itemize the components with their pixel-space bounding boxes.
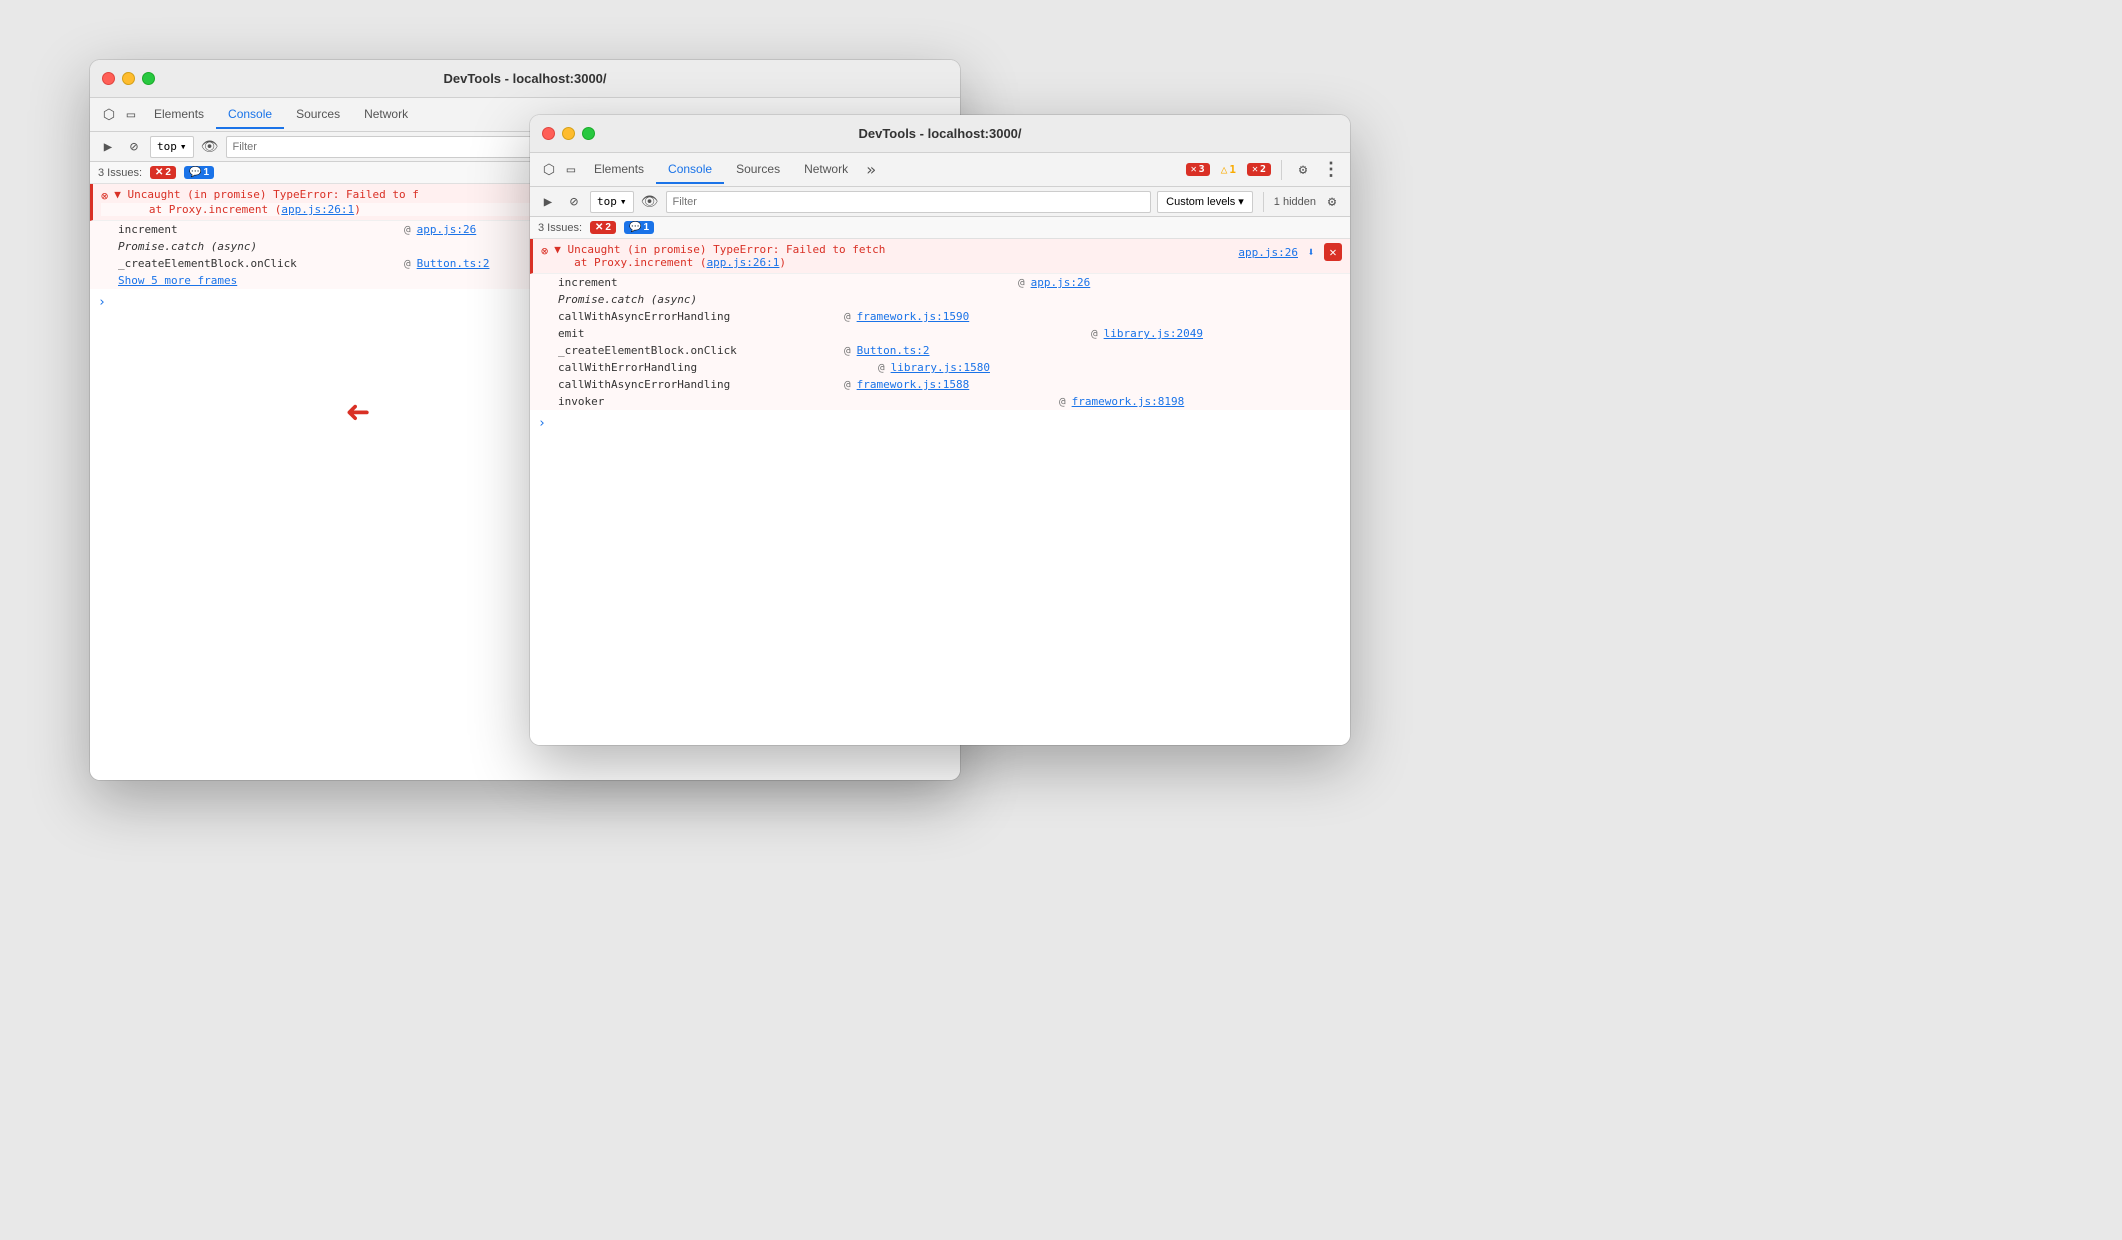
issues-label-1: 3 Issues: <box>98 167 142 179</box>
error-badge-1[interactable]: ✕ 2 <box>150 166 176 179</box>
play-icon-2[interactable]: ▶ <box>538 192 558 212</box>
prompt-chevron-2: › <box>538 416 546 431</box>
cursor-icon-2[interactable]: ⬡ <box>538 159 560 181</box>
tab-elements-2[interactable]: Elements <box>582 156 656 184</box>
frame-link-app-1[interactable]: app.js:26 <box>417 223 477 236</box>
frame-link-button-1[interactable]: Button.ts:2 <box>417 257 490 270</box>
block-icon-2[interactable]: ⊘ <box>564 192 584 212</box>
eye-icon-2[interactable]: 👁 <box>640 192 660 212</box>
eye-icon-1[interactable]: 👁 <box>200 137 220 157</box>
tab-console-1[interactable]: Console <box>216 101 284 129</box>
prompt-chevron-1: › <box>98 295 106 310</box>
close-action-2[interactable]: ✕ <box>1324 243 1342 261</box>
issues-label-2: 3 Issues: <box>538 222 582 234</box>
traffic-lights-1 <box>102 72 155 85</box>
info-badge-1[interactable]: 💬 1 <box>184 166 214 179</box>
frame-emit-2: emit @ library.js:2049 <box>530 325 1350 342</box>
header-icons-2: ✕ 3 △ 1 ✕ 2 ⚙ ⋮ <box>1186 159 1342 181</box>
issues-bar-2: 3 Issues: ✕ 2 💬 1 <box>530 217 1350 239</box>
red-arrow-annotation: ➜ <box>346 390 370 436</box>
close-button-2[interactable] <box>542 127 555 140</box>
error-content-2: ▼ Uncaught (in promise) TypeError: Faile… <box>554 243 1232 269</box>
tab-console-2[interactable]: Console <box>656 156 724 184</box>
panel-icon-1[interactable]: ▭ <box>120 104 142 126</box>
maximize-button-2[interactable] <box>582 127 595 140</box>
frame-link-framework-1588[interactable]: framework.js:1588 <box>857 378 970 391</box>
app-link-main-2[interactable]: app.js:26 <box>1238 246 1298 259</box>
error-actions-2: app.js:26 ⬇ ✕ <box>1238 243 1342 261</box>
error-sub-2: at Proxy.increment (app.js:26:1) <box>554 256 1232 269</box>
error-icon-2: ⊗ <box>541 244 548 258</box>
tab-sources-2[interactable]: Sources <box>724 156 792 184</box>
settings-icon-2[interactable]: ⚙ <box>1322 192 1342 212</box>
tab-network-2[interactable]: Network <box>792 156 860 184</box>
error-count-badge-2: ✕ 3 <box>1186 163 1210 176</box>
error-entry-2: ⊗ ▼ Uncaught (in promise) TypeError: Fai… <box>530 239 1350 274</box>
frame-link-app-2[interactable]: app.js:26 <box>1031 276 1091 289</box>
minimize-button-2[interactable] <box>562 127 575 140</box>
traffic-lights-2 <box>542 127 595 140</box>
frame-invoker-2: invoker @ framework.js:8198 <box>530 393 1350 410</box>
error-icon-1: ⊗ <box>101 189 108 203</box>
proxy-link-2[interactable]: app.js:26:1 <box>707 256 780 269</box>
gear-icon-2[interactable]: ⚙ <box>1292 159 1314 181</box>
frame-link-library-2049[interactable]: library.js:2049 <box>1104 327 1203 340</box>
tab-sources-1[interactable]: Sources <box>284 101 352 129</box>
panel-icon-2[interactable]: ▭ <box>560 159 582 181</box>
context-select-1[interactable]: top ▾ <box>150 136 194 158</box>
cursor-icon-1[interactable]: ⬡ <box>98 104 120 126</box>
minimize-button-1[interactable] <box>122 72 135 85</box>
dots-icon-2[interactable]: ⋮ <box>1320 159 1342 181</box>
custom-levels-btn-2[interactable]: Custom levels ▾ <box>1157 191 1253 213</box>
info-count-badge-2: ✕ 2 <box>1247 163 1271 176</box>
devtools-window-2: DevTools - localhost:3000/ ⬡ ▭ Elements … <box>530 115 1350 745</box>
frame-callwith-error-2: callWithErrorHandling @ library.js:1580 <box>530 359 1350 376</box>
console-content-2: ⊗ ▼ Uncaught (in promise) TypeError: Fai… <box>530 239 1350 745</box>
frame-link-button-2[interactable]: Button.ts:2 <box>857 344 930 357</box>
title-bar-1: DevTools - localhost:3000/ <box>90 60 960 98</box>
tab-bar-2: ⬡ ▭ Elements Console Sources Network » ✕… <box>530 153 1350 187</box>
prompt-row-2: › <box>530 410 1350 437</box>
console-toolbar-2: ▶ ⊘ top ▾ 👁 Custom levels ▾ 1 hidden ⚙ <box>530 187 1350 217</box>
maximize-button-1[interactable] <box>142 72 155 85</box>
tab-elements-1[interactable]: Elements <box>142 101 216 129</box>
hidden-count-2: 1 hidden <box>1274 196 1316 208</box>
filter-input-2[interactable] <box>666 191 1152 213</box>
close-button-1[interactable] <box>102 72 115 85</box>
play-icon-1[interactable]: ▶ <box>98 137 118 157</box>
frame-link-framework-1590[interactable]: framework.js:1590 <box>857 310 970 323</box>
block-icon-1[interactable]: ⊘ <box>124 137 144 157</box>
more-tabs-icon-2[interactable]: » <box>860 159 882 181</box>
frame-link-framework-8198[interactable]: framework.js:8198 <box>1072 395 1185 408</box>
warn-count-badge-2: △ 1 <box>1216 162 1241 177</box>
info-badge-2[interactable]: 💬 1 <box>624 221 654 234</box>
separator-2 <box>1263 192 1264 212</box>
window-title-1: DevTools - localhost:3000/ <box>443 71 606 86</box>
error-badge-2[interactable]: ✕ 2 <box>590 221 616 234</box>
frame-promise-2: Promise.catch (async) <box>530 291 1350 308</box>
frame-callwith-async-1: callWithAsyncErrorHandling @ framework.j… <box>530 308 1350 325</box>
error-header-2: ⊗ ▼ Uncaught (in promise) TypeError: Fai… <box>541 243 1342 269</box>
context-select-2[interactable]: top ▾ <box>590 191 634 213</box>
tab-network-1[interactable]: Network <box>352 101 420 129</box>
frame-increment-2: increment @ app.js:26 <box>530 274 1350 291</box>
title-bar-2: DevTools - localhost:3000/ <box>530 115 1350 153</box>
download-action-2[interactable]: ⬇ <box>1302 243 1320 261</box>
frame-link-library-1580[interactable]: library.js:1580 <box>891 361 990 374</box>
window-title-2: DevTools - localhost:3000/ <box>858 126 1021 141</box>
error-main-2: ▼ Uncaught (in promise) TypeError: Faile… <box>554 243 1232 256</box>
separator-1 <box>1281 160 1282 180</box>
show-more-link-1[interactable]: Show 5 more frames <box>118 274 237 287</box>
proxy-link-1[interactable]: app.js:26:1 <box>281 203 354 216</box>
frame-callwith-async-2: callWithAsyncErrorHandling @ framework.j… <box>530 376 1350 393</box>
frame-create-2: _createElementBlock.onClick @ Button.ts:… <box>530 342 1350 359</box>
